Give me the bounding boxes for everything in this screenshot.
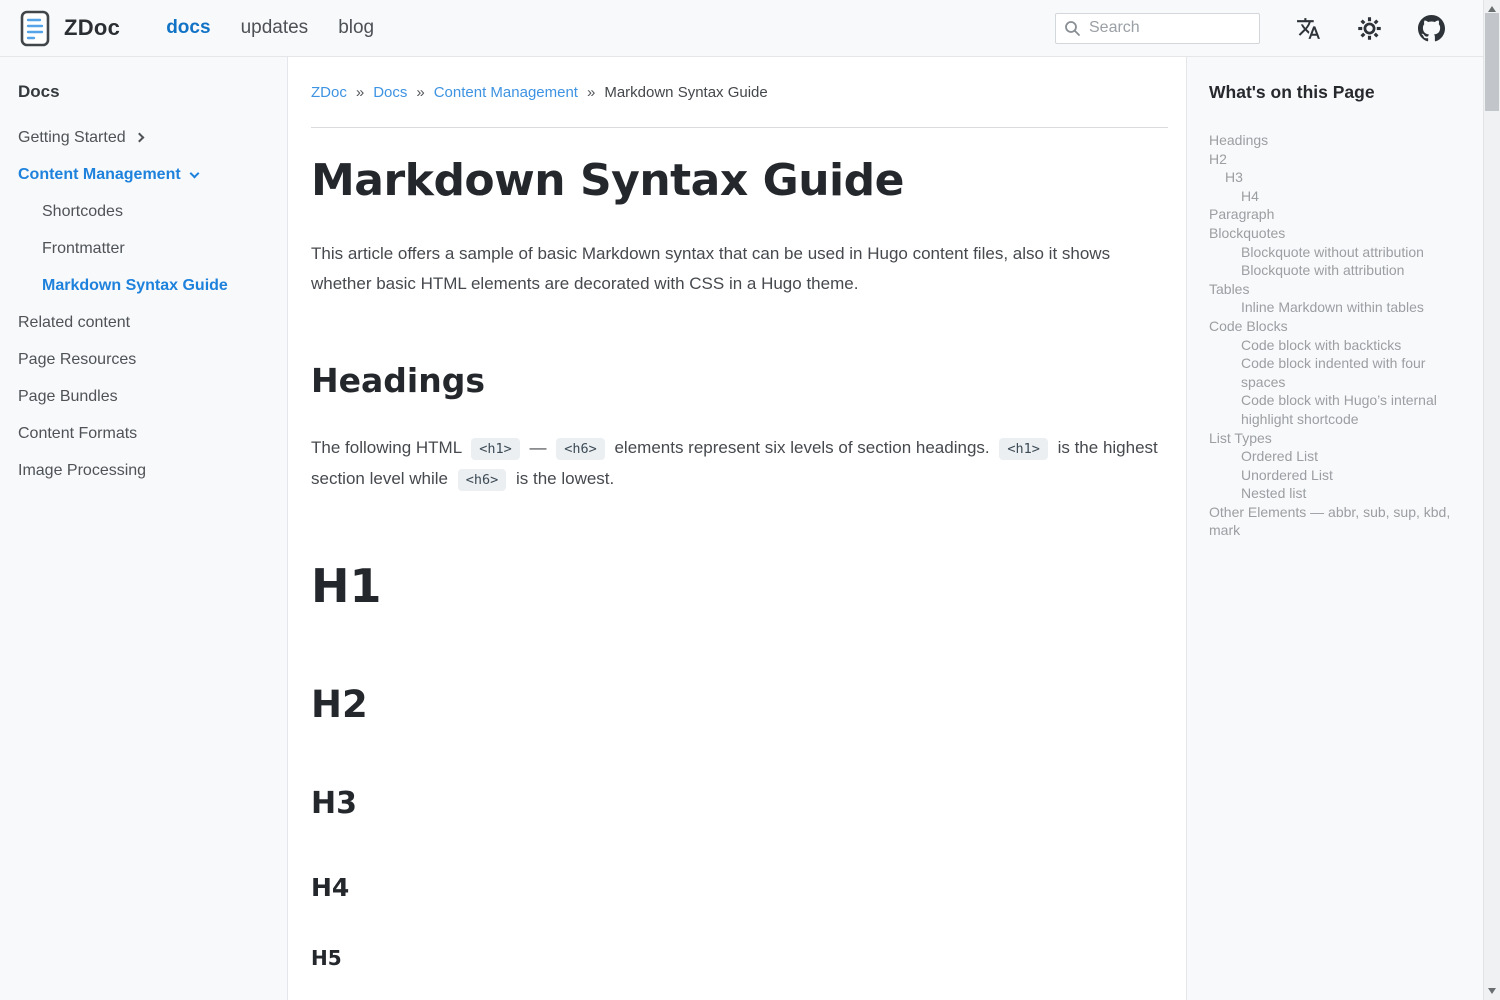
sidebar-item-markdown-syntax-guide[interactable]: Markdown Syntax Guide bbox=[18, 277, 277, 295]
headings-paragraph: The following HTML <h1> — <h6> elements … bbox=[311, 433, 1168, 495]
sidebar-item-content-management[interactable]: Content Management bbox=[18, 166, 277, 184]
search-icon bbox=[1064, 20, 1081, 37]
github-icon[interactable] bbox=[1418, 15, 1445, 42]
toc-panel: What's on this Page HeadingsH2H3H4Paragr… bbox=[1186, 57, 1483, 1000]
toc-item-h2[interactable]: H2 bbox=[1209, 150, 1459, 169]
sidebar-item-label: Content Formats bbox=[18, 425, 137, 443]
breadcrumb-divider bbox=[311, 127, 1168, 128]
breadcrumb-docs[interactable]: Docs bbox=[373, 84, 407, 101]
breadcrumb: ZDoc » Docs » Content Management » Markdown Sy… bbox=[311, 84, 1168, 101]
nav-link-docs[interactable]: docs bbox=[166, 17, 210, 39]
toc-item-code-blocks[interactable]: Code Blocks bbox=[1209, 317, 1459, 336]
toc-item-code-block-with-backticks[interactable]: Code block with backticks bbox=[1209, 336, 1459, 355]
sidebar-item-label: Content Management bbox=[18, 166, 181, 184]
toc-item-other-elements-abbr-sub-sup-kbd-mark[interactable]: Other Elements — abbr, sub, sup, kbd, ma… bbox=[1209, 503, 1459, 540]
toc-title: What's on this Page bbox=[1209, 82, 1459, 103]
paragraph-text: — bbox=[525, 438, 551, 457]
article-content: ZDoc » Docs » Content Management » Markdown Sy… bbox=[288, 57, 1186, 1000]
toc-item-unordered-list[interactable]: Unordered List bbox=[1209, 466, 1459, 485]
search-input[interactable] bbox=[1089, 19, 1251, 37]
section-heading-headings: Headings bbox=[311, 361, 1168, 400]
toc-item-paragraph[interactable]: Paragraph bbox=[1209, 205, 1459, 224]
chevron-down-icon bbox=[189, 168, 199, 178]
demo-headings: H1H2H3H4H5H6 bbox=[311, 559, 1168, 1000]
sidebar-item-related-content[interactable]: Related content bbox=[18, 314, 277, 332]
page: ZDoc docs updates blog bbox=[0, 0, 1483, 1000]
toc-item-h4[interactable]: H4 bbox=[1209, 187, 1459, 206]
inline-code-tag: <h6> bbox=[458, 469, 507, 491]
sidebar-item-label: Shortcodes bbox=[42, 203, 123, 221]
page-title: Markdown Syntax Guide bbox=[311, 155, 1168, 206]
inline-code-tag: <h6> bbox=[556, 438, 605, 460]
breadcrumb-content-management[interactable]: Content Management bbox=[434, 84, 578, 101]
breadcrumb-separator: » bbox=[416, 84, 424, 101]
sidebar-title: Docs bbox=[18, 82, 277, 102]
zdoc-logo-icon bbox=[20, 10, 50, 47]
layout: Docs Getting Started Content Management Sh… bbox=[0, 57, 1483, 1000]
toc-item-list-types[interactable]: List Types bbox=[1209, 429, 1459, 448]
brand-home-link[interactable]: ZDoc bbox=[20, 10, 120, 47]
scrollbar-down-arrow[interactable] bbox=[1488, 988, 1496, 994]
paragraph-text: The following HTML bbox=[311, 438, 466, 457]
nav-link-blog[interactable]: blog bbox=[338, 17, 374, 39]
sidebar-item-label: Getting Started bbox=[18, 129, 126, 147]
docs-sidebar: Docs Getting Started Content Management Sh… bbox=[0, 57, 288, 1000]
brand-name: ZDoc bbox=[64, 15, 120, 41]
demo-heading-h2: H2 bbox=[311, 683, 1168, 726]
demo-heading-h5: H5 bbox=[311, 946, 1168, 970]
toc-item-ordered-list[interactable]: Ordered List bbox=[1209, 447, 1459, 466]
main-nav: docs updates blog bbox=[166, 17, 374, 39]
inline-code-tag: <h1> bbox=[471, 438, 520, 460]
demo-heading-h3: H3 bbox=[311, 786, 1168, 821]
breadcrumb-markdown-syntax-guide: Markdown Syntax Guide bbox=[604, 84, 767, 101]
top-navbar: ZDoc docs updates blog bbox=[0, 0, 1483, 57]
sidebar-item-getting-started[interactable]: Getting Started bbox=[18, 129, 277, 147]
translate-icon[interactable] bbox=[1296, 16, 1321, 41]
navbar-right bbox=[1055, 13, 1445, 44]
gear-icon[interactable] bbox=[1357, 16, 1382, 41]
sidebar-item-label: Page Bundles bbox=[18, 388, 118, 406]
sidebar-item-image-processing[interactable]: Image Processing bbox=[18, 462, 277, 480]
breadcrumb-zdoc[interactable]: ZDoc bbox=[311, 84, 347, 101]
demo-heading-h1: H1 bbox=[311, 559, 1168, 613]
toc-item-code-block-indented-with-four-spaces[interactable]: Code block indented with four spaces bbox=[1209, 354, 1459, 391]
sidebar-item-label: Image Processing bbox=[18, 462, 146, 480]
paragraph-text: elements represent six levels of section… bbox=[610, 438, 995, 457]
toc-item-blockquotes[interactable]: Blockquotes bbox=[1209, 224, 1459, 243]
toc-item-headings[interactable]: Headings bbox=[1209, 131, 1459, 150]
breadcrumb-separator: » bbox=[587, 84, 595, 101]
toc-item-inline-markdown-within-tables[interactable]: Inline Markdown within tables bbox=[1209, 298, 1459, 317]
sidebar-item-label: Page Resources bbox=[18, 351, 136, 369]
sidebar-item-content-formats[interactable]: Content Formats bbox=[18, 425, 277, 443]
toc-item-nested-list[interactable]: Nested list bbox=[1209, 484, 1459, 503]
sidebar-item-page-bundles[interactable]: Page Bundles bbox=[18, 388, 277, 406]
toc-list: HeadingsH2H3H4ParagraphBlockquotesBlockq… bbox=[1209, 131, 1459, 540]
chevron-right-icon bbox=[134, 132, 144, 142]
scrollbar[interactable] bbox=[1483, 0, 1500, 1000]
toc-item-blockquote-without-attribution[interactable]: Blockquote without attribution bbox=[1209, 243, 1459, 262]
toc-item-h3[interactable]: H3 bbox=[1209, 168, 1459, 187]
sidebar-item-label: Markdown Syntax Guide bbox=[42, 277, 228, 295]
article-intro: This article offers a sample of basic Ma… bbox=[311, 239, 1168, 299]
nav-link-updates[interactable]: updates bbox=[241, 17, 309, 39]
toc-item-code-block-with-hugo-s-internal-highlight-shortcode[interactable]: Code block with Hugo’s internal highligh… bbox=[1209, 391, 1459, 428]
sidebar-item-frontmatter[interactable]: Frontmatter bbox=[18, 240, 277, 258]
scrollbar-thumb[interactable] bbox=[1485, 13, 1499, 111]
paragraph-text: is the lowest. bbox=[511, 469, 614, 488]
search-box[interactable] bbox=[1055, 13, 1260, 44]
scrollbar-up-arrow[interactable] bbox=[1488, 6, 1496, 12]
demo-heading-h4: H4 bbox=[311, 873, 1168, 902]
sidebar-item-label: Frontmatter bbox=[42, 240, 125, 258]
sidebar-item-shortcodes[interactable]: Shortcodes bbox=[18, 203, 277, 221]
sidebar-item-page-resources[interactable]: Page Resources bbox=[18, 351, 277, 369]
sidebar-nav-list: Getting Started Content Management Shortco… bbox=[18, 129, 277, 480]
toc-item-tables[interactable]: Tables bbox=[1209, 280, 1459, 299]
breadcrumb-separator: » bbox=[356, 84, 364, 101]
sidebar-item-label: Related content bbox=[18, 314, 130, 332]
toc-item-blockquote-with-attribution[interactable]: Blockquote with attribution bbox=[1209, 261, 1459, 280]
inline-code-tag: <h1> bbox=[999, 438, 1048, 460]
